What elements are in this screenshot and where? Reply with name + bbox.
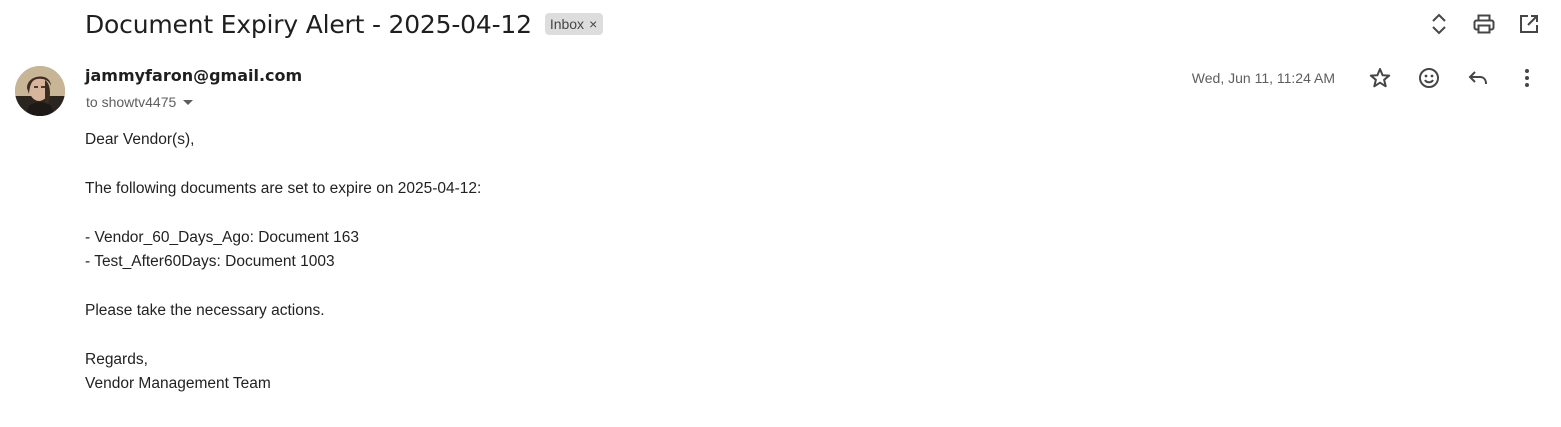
body-line [85, 152, 481, 176]
recipient-text: to showtv4475 [86, 94, 177, 110]
body-line: - Vendor_60_Days_Ago: Document 163 [85, 228, 360, 246]
body-line: Regards, [85, 350, 148, 368]
body-line: Please take the necessary actions. [85, 301, 325, 319]
body-line [85, 274, 481, 298]
body-line [85, 201, 481, 225]
body-line: Dear Vendor(s), [85, 131, 195, 148]
remove-label-button[interactable]: × [589, 16, 597, 32]
message-actions: Wed, Jun 11, 11:24 AM [1192, 63, 1545, 93]
body-line: - Test_After60Days: Document 1003 [85, 252, 335, 270]
sender-avatar [15, 66, 65, 116]
emoji-reaction-icon[interactable] [1411, 63, 1447, 93]
body-line: The following documents are set to expir… [85, 179, 482, 197]
expand-collapse-icon[interactable] [1421, 9, 1457, 39]
email-body: Dear Vendor(s), The following documents … [85, 128, 481, 396]
label-chip-inbox[interactable]: Inbox × [544, 13, 604, 35]
label-chip-text: Inbox [549, 16, 585, 32]
more-options-icon[interactable] [1509, 63, 1545, 93]
open-in-new-window-icon[interactable] [1511, 9, 1547, 39]
show-details-dropdown-icon[interactable] [183, 99, 194, 105]
recipient-row: to showtv4475 [86, 94, 194, 110]
email-view: Document Expiry Alert - 2025-04-12 Inbox… [0, 0, 1561, 427]
reply-icon[interactable] [1460, 63, 1496, 93]
top-actions [1412, 9, 1547, 39]
subject-row: Document Expiry Alert - 2025-04-12 Inbox… [85, 6, 604, 42]
email-subject: Document Expiry Alert - 2025-04-12 [85, 9, 532, 39]
body-line [85, 323, 481, 347]
body-line: Vendor Management Team [85, 374, 271, 392]
print-icon[interactable] [1466, 9, 1502, 39]
star-icon[interactable] [1362, 63, 1398, 93]
message-timestamp: Wed, Jun 11, 11:24 AM [1191, 70, 1335, 86]
sender-email[interactable]: jammyfaron@gmail.com [85, 66, 302, 85]
